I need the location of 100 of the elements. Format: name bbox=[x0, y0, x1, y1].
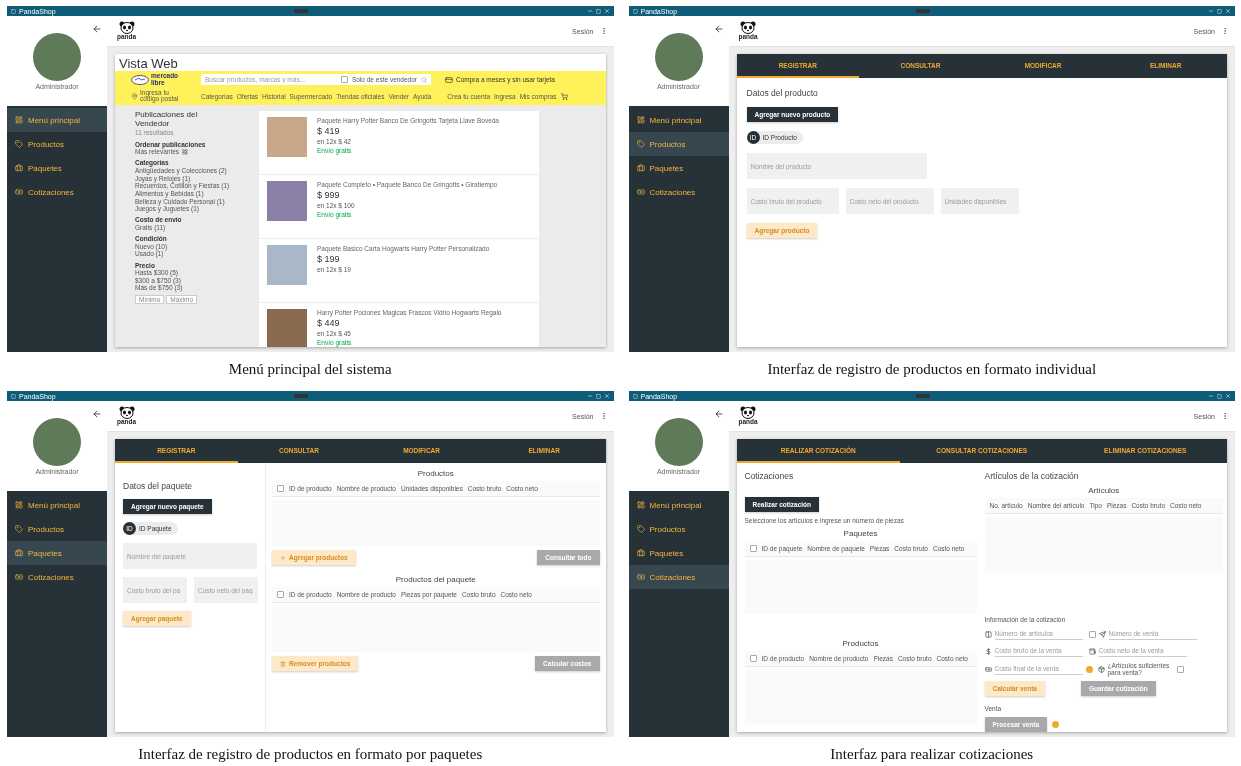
back-arrow-icon[interactable] bbox=[92, 409, 102, 419]
info-icon[interactable] bbox=[1052, 721, 1060, 728]
briefcase-icon bbox=[15, 549, 23, 557]
sidebar-item[interactable]: Menú principal bbox=[628, 108, 729, 132]
page-heading: Publicaciones del Vendedor bbox=[135, 111, 199, 129]
box-icon bbox=[1097, 665, 1105, 673]
title-notch bbox=[294, 9, 309, 13]
send-icon bbox=[1098, 630, 1106, 638]
title-notch bbox=[915, 9, 930, 13]
checkbox[interactable] bbox=[340, 76, 348, 83]
maximize-icon[interactable] bbox=[1217, 393, 1222, 399]
table-title: Artículos bbox=[1087, 486, 1121, 495]
location-pin-icon bbox=[131, 92, 138, 100]
dashboard-icon bbox=[15, 116, 23, 124]
listing-price: $ 199 bbox=[317, 254, 341, 264]
sidebar-item[interactable]: Cotizaciones bbox=[628, 180, 729, 204]
figure-caption: Menú principal del sistema bbox=[228, 361, 392, 378]
table-title: Productos del paquete bbox=[394, 575, 477, 584]
title-notch bbox=[915, 394, 930, 398]
sidebar-item[interactable]: Productos bbox=[628, 517, 729, 541]
tag-icon bbox=[636, 525, 645, 533]
grid-view-icon[interactable] bbox=[182, 148, 189, 155]
sidebar-item[interactable]: Paquetes bbox=[628, 156, 729, 180]
sidebar-item[interactable]: Cotizaciones bbox=[7, 565, 107, 589]
back-arrow-icon[interactable] bbox=[713, 24, 724, 34]
maximize-icon[interactable] bbox=[595, 393, 601, 399]
checkbox[interactable] bbox=[277, 485, 284, 492]
sidebar-item[interactable]: Cotizaciones bbox=[628, 565, 729, 589]
tag-icon bbox=[15, 140, 23, 148]
panda-logo-icon bbox=[118, 21, 135, 35]
listing-price: $ 999 bbox=[317, 190, 341, 200]
checkbox[interactable] bbox=[1088, 630, 1096, 638]
photo-placeholder bbox=[33, 417, 81, 466]
app-icon bbox=[632, 8, 638, 14]
wallet-icon bbox=[1088, 647, 1096, 655]
checkbox[interactable] bbox=[749, 545, 757, 552]
sidebar-item[interactable]: Paquetes bbox=[628, 541, 729, 565]
sidebar-item[interactable]: Productos bbox=[7, 132, 107, 156]
table-title: Productos bbox=[416, 469, 455, 478]
back-arrow-icon[interactable] bbox=[92, 24, 102, 34]
sidebar-item[interactable]: Menú principal bbox=[7, 493, 107, 517]
search-icon[interactable] bbox=[421, 76, 427, 83]
sidebar-item[interactable]: Paquetes bbox=[7, 156, 107, 180]
photo-placeholder bbox=[33, 32, 81, 81]
sidebar-item[interactable]: Menú principal bbox=[7, 108, 107, 132]
more-options-icon[interactable] bbox=[1221, 412, 1229, 420]
figure-caption: Interfaz de registro de productos en formato por paquetes bbox=[138, 746, 483, 763]
app-icon bbox=[11, 393, 16, 399]
close-icon[interactable] bbox=[603, 8, 610, 14]
close-icon[interactable] bbox=[1225, 393, 1231, 399]
tag-icon bbox=[636, 140, 645, 148]
checkbox[interactable] bbox=[277, 591, 284, 598]
sidebar-item[interactable]: Productos bbox=[628, 132, 729, 156]
photo-placeholder bbox=[267, 181, 307, 221]
title-notch bbox=[294, 394, 309, 398]
minimize-icon[interactable] bbox=[586, 393, 593, 399]
sidebar-item[interactable]: Productos bbox=[7, 517, 107, 541]
sidebar-item[interactable]: Paquetes bbox=[7, 541, 107, 565]
tag-icon bbox=[15, 525, 23, 533]
dashboard-icon bbox=[15, 501, 23, 509]
panda-logo-icon bbox=[118, 406, 135, 420]
sidebar-item[interactable]: Cotizaciones bbox=[7, 180, 107, 204]
sidebar-item[interactable]: Menú principal bbox=[628, 493, 729, 517]
close-icon[interactable] bbox=[603, 393, 610, 399]
more-options-icon[interactable] bbox=[1221, 27, 1229, 35]
info-icon[interactable] bbox=[1085, 665, 1093, 673]
dollar-icon bbox=[984, 647, 992, 655]
maximize-icon[interactable] bbox=[1217, 8, 1222, 14]
dashboard-icon bbox=[636, 116, 645, 124]
checkbox[interactable] bbox=[1176, 665, 1184, 673]
figure-caption: Interfaz de registro de productos en formato individual bbox=[767, 361, 1097, 378]
maximize-icon[interactable] bbox=[595, 8, 601, 14]
columns-icon bbox=[984, 630, 992, 638]
panda-logo-icon bbox=[740, 406, 757, 420]
back-arrow-icon[interactable] bbox=[713, 409, 724, 419]
table-title: Paquetes bbox=[842, 529, 879, 538]
app-icon bbox=[11, 8, 16, 14]
briefcase-icon bbox=[636, 549, 645, 557]
app-icon bbox=[632, 393, 638, 399]
minimize-icon[interactable] bbox=[1208, 393, 1214, 399]
dashboard-icon bbox=[636, 501, 645, 509]
briefcase-icon bbox=[15, 164, 23, 172]
close-icon[interactable] bbox=[1225, 8, 1231, 14]
handshake-logo-icon bbox=[131, 74, 149, 85]
listing-price: $ 419 bbox=[317, 126, 341, 136]
section-title: Artículos de la cotización bbox=[984, 471, 1080, 481]
cart-icon[interactable] bbox=[560, 92, 568, 100]
minimize-icon[interactable] bbox=[1208, 8, 1214, 14]
banknote-icon bbox=[984, 665, 992, 673]
briefcase-icon bbox=[636, 164, 645, 172]
photo-placeholder bbox=[267, 245, 307, 285]
banknote-icon bbox=[636, 573, 645, 581]
minimize-icon[interactable] bbox=[586, 8, 593, 14]
banknote-icon bbox=[15, 188, 23, 196]
plus-icon bbox=[280, 554, 286, 561]
banknote-icon bbox=[636, 188, 645, 196]
panda-logo-icon bbox=[740, 21, 757, 35]
section-title: Cotizaciones bbox=[744, 471, 795, 481]
checkbox[interactable] bbox=[749, 654, 757, 662]
section-title: Datos del producto bbox=[746, 88, 819, 98]
